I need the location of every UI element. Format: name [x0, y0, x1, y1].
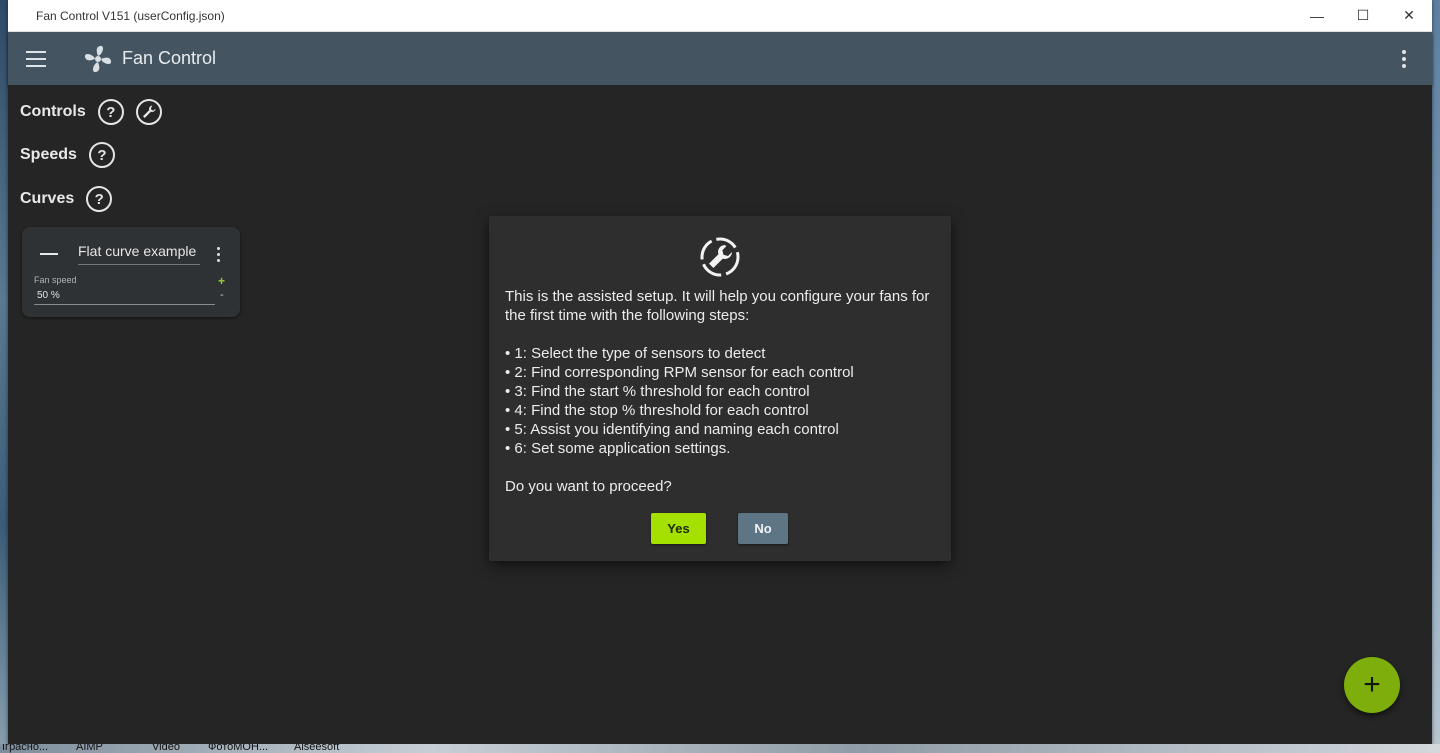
curves-label: Curves [20, 190, 75, 207]
window-title: Fan Control V151 (userConfig.json) [36, 8, 225, 23]
yes-button[interactable]: Yes [651, 513, 706, 544]
speeds-label: Speeds [20, 146, 77, 163]
dialog-step: • 2: Find corresponding RPM sensor for e… [505, 364, 854, 381]
fan-speed-label: Fan speed [34, 275, 77, 285]
fan-icon [84, 45, 112, 72]
taskbar-item[interactable]: Aiseesoft [294, 744, 339, 753]
taskbar-item[interactable]: AIMP [76, 744, 103, 753]
fan-speed-input[interactable]: 50 % [34, 290, 215, 305]
desktop-background-right [1432, 0, 1440, 753]
desktop-background-left [0, 0, 8, 753]
card-more-icon[interactable] [217, 247, 221, 265]
curves-section-header: Curves ? [20, 186, 113, 212]
app-window: Fan Control V151 (userConfig.json) — ☐ ✕… [8, 0, 1432, 745]
more-vert-icon[interactable] [1402, 50, 1406, 68]
collapse-icon[interactable] [40, 253, 58, 255]
app-title: Fan Control [122, 48, 217, 68]
hamburger-icon[interactable] [26, 50, 46, 67]
controls-help-button[interactable]: ? [97, 99, 124, 125]
main-content: Controls ? Speeds ? Curves ? Flat curve … [8, 85, 1432, 745]
close-button[interactable]: ✕ [1386, 0, 1432, 31]
dialog-step: • 6: Set some application settings. [505, 440, 731, 457]
taskbar-item[interactable]: Іграсно... [2, 744, 48, 753]
dialog-step: • 3: Find the start % threshold for each… [505, 383, 810, 400]
assisted-setup-button[interactable] [135, 99, 162, 125]
minimize-button[interactable]: — [1294, 0, 1340, 31]
controls-label: Controls [20, 103, 86, 120]
increment-button[interactable]: + [218, 274, 225, 288]
taskbar-item[interactable]: ФотоМОН... [208, 744, 268, 753]
question-icon: ? [94, 190, 104, 208]
speeds-section-header: Speeds ? [20, 142, 115, 168]
curves-help-button[interactable]: ? [86, 186, 113, 212]
wrench-icon [700, 237, 740, 277]
window-titlebar: Fan Control V151 (userConfig.json) — ☐ ✕ [8, 0, 1432, 32]
window-controls: — ☐ ✕ [1294, 0, 1432, 31]
curve-card: Flat curve example Fan speed + 50 % - [22, 227, 240, 317]
dialog-question: Do you want to proceed? [505, 478, 672, 495]
speeds-help-button[interactable]: ? [88, 142, 115, 168]
controls-section-header: Controls ? [20, 99, 162, 125]
dialog-intro: This is the assisted setup. It will help… [505, 288, 930, 324]
question-icon: ? [106, 103, 116, 121]
dialog-step: • 5: Assist you identifying and naming e… [505, 421, 839, 438]
add-button[interactable]: + [1344, 657, 1400, 713]
maximize-button[interactable]: ☐ [1340, 0, 1386, 31]
decrement-button[interactable]: - [220, 289, 224, 301]
curve-name-field[interactable]: Flat curve example [78, 243, 200, 265]
taskbar: Іграсно... AIMP Video ФотоМОН... Aiseeso… [0, 744, 1440, 753]
dialog-step: • 4: Find the stop % threshold for each … [505, 402, 809, 419]
question-icon: ? [97, 146, 107, 164]
no-button[interactable]: No [738, 513, 788, 544]
wrench-icon [142, 105, 156, 118]
app-bar: Fan Control [8, 32, 1432, 85]
dialog-body: This is the assisted setup. It will help… [505, 287, 945, 496]
assisted-setup-dialog: This is the assisted setup. It will help… [489, 216, 951, 561]
dialog-step: • 1: Select the type of sensors to detec… [505, 345, 766, 362]
taskbar-item[interactable]: Video [152, 744, 180, 753]
